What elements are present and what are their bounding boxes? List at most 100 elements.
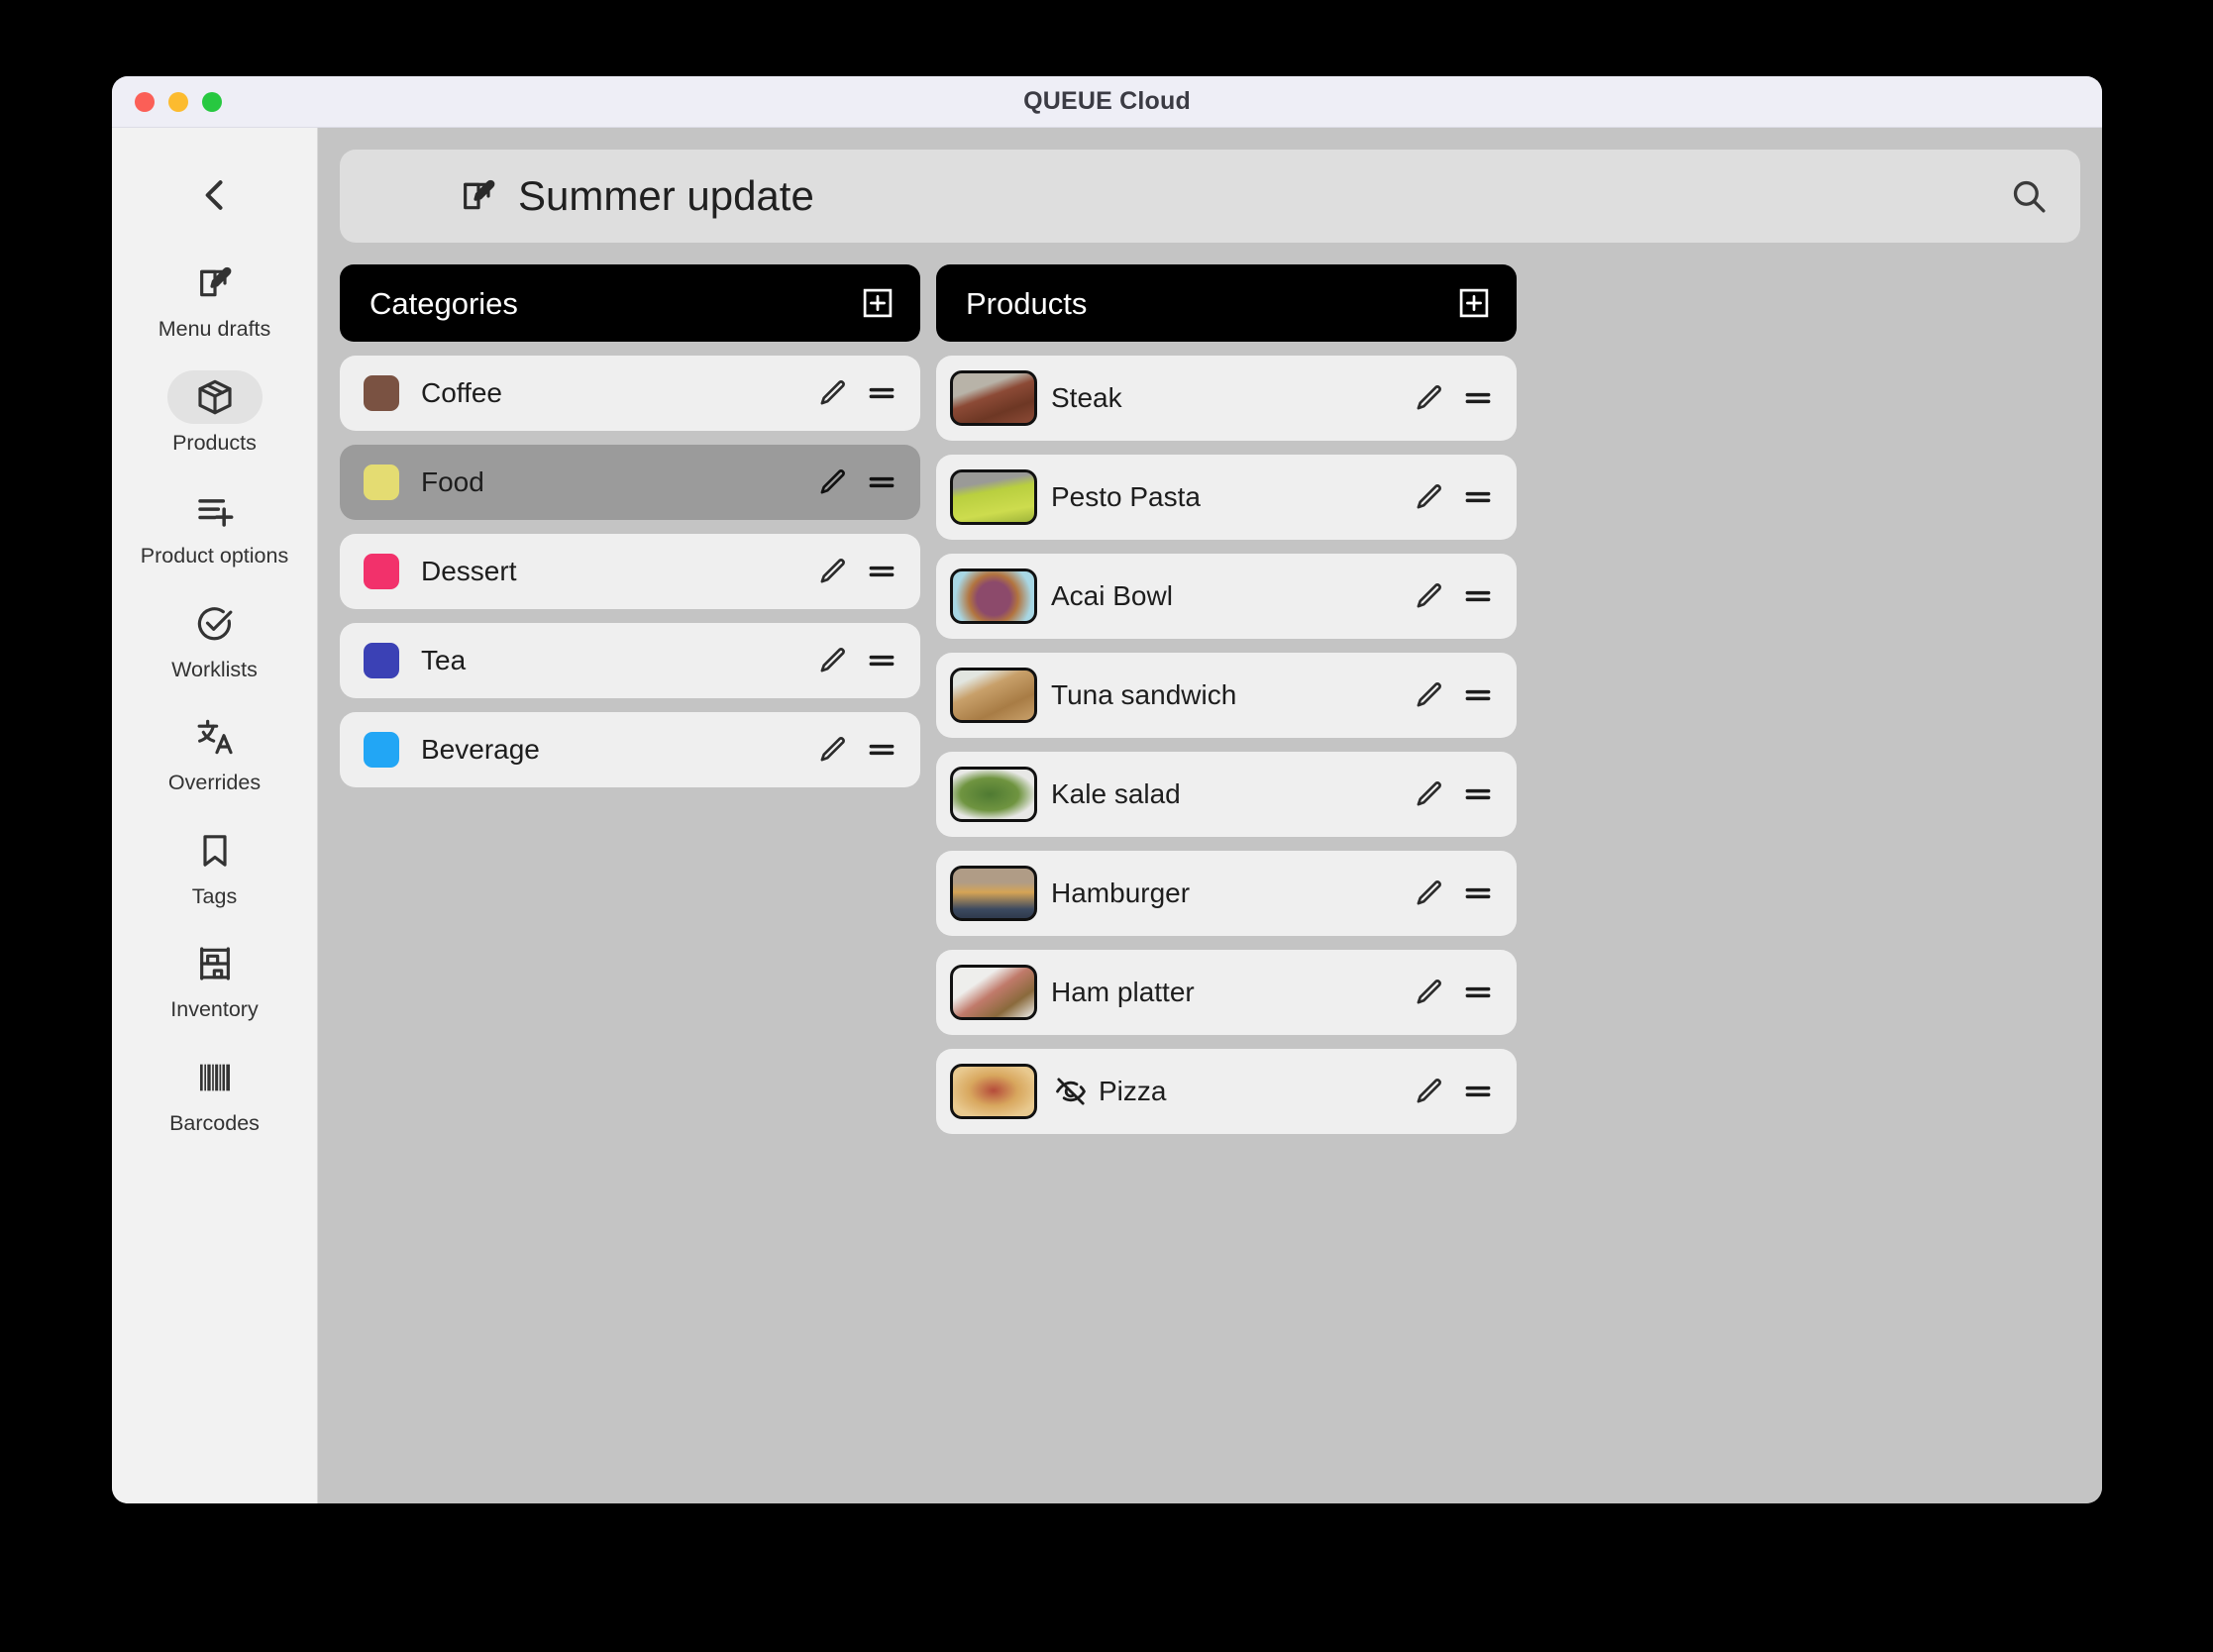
product-label: Pesto Pasta: [1051, 481, 1201, 512]
drag-handle-icon[interactable]: [1461, 976, 1495, 1009]
drag-handle-icon[interactable]: [865, 644, 898, 677]
row-actions: [815, 733, 898, 767]
pencil-icon[interactable]: [1412, 579, 1445, 613]
row-actions: [1412, 976, 1495, 1009]
pencil-icon[interactable]: [1412, 480, 1445, 514]
window-body: Menu drafts Products Product options Wor…: [112, 128, 2102, 1503]
product-thumbnail: [950, 866, 1037, 921]
sidebar-item-products[interactable]: Products: [127, 366, 303, 465]
pencil-icon[interactable]: [1412, 1075, 1445, 1108]
window-title: QUEUE Cloud: [1023, 87, 1191, 115]
product-label: Ham platter: [1051, 977, 1195, 1007]
window-controls: [135, 91, 222, 112]
drag-handle-icon[interactable]: [1461, 480, 1495, 514]
sidebar-item-label: Products: [172, 430, 257, 455]
sidebar-item-tags[interactable]: Tags: [127, 820, 303, 918]
drag-handle-icon[interactable]: [865, 465, 898, 499]
categories-list: Coffee Food Dessert Tea Beverage: [340, 356, 920, 787]
list-add-icon: [167, 483, 263, 537]
category-color-swatch: [364, 643, 399, 678]
pencil-icon[interactable]: [815, 555, 849, 588]
sidebar-item-label: Barcodes: [169, 1110, 260, 1135]
row-actions: [1412, 480, 1495, 514]
sidebar-item-overrides[interactable]: Overrides: [127, 706, 303, 804]
row-actions: [1412, 877, 1495, 910]
drag-handle-icon[interactable]: [1461, 381, 1495, 415]
product-row[interactable]: Pizza: [936, 1049, 1517, 1134]
categories-panel: Categories Coffee Food Dessert Tea Bever…: [340, 264, 920, 1148]
product-thumbnail: [950, 1064, 1037, 1119]
category-row[interactable]: Tea: [340, 623, 920, 698]
pencil-icon[interactable]: [1412, 678, 1445, 712]
product-thumbnail: [950, 767, 1037, 822]
drag-handle-icon[interactable]: [1461, 777, 1495, 811]
sidebar-item-inventory[interactable]: Inventory: [127, 933, 303, 1031]
translate-icon: [167, 710, 263, 764]
product-label: Tuna sandwich: [1051, 679, 1237, 710]
category-row[interactable]: Beverage: [340, 712, 920, 787]
sidebar-item-barcodes[interactable]: Barcodes: [127, 1047, 303, 1145]
check-circle-icon: [167, 597, 263, 651]
drag-handle-icon[interactable]: [1461, 678, 1495, 712]
product-label: Hamburger: [1051, 878, 1191, 908]
minimize-button[interactable]: [168, 91, 188, 112]
sidebar-item-label: Menu drafts: [158, 317, 271, 341]
product-thumbnail: [950, 965, 1037, 1020]
pencil-icon[interactable]: [815, 733, 849, 767]
products-panel-header: Products: [936, 264, 1517, 342]
panel-title: Products: [966, 285, 1088, 321]
drag-handle-icon[interactable]: [1461, 579, 1495, 613]
pencil-icon[interactable]: [815, 644, 849, 677]
panel-title: Categories: [369, 285, 518, 321]
app-window: QUEUE Cloud Menu drafts Products Product…: [112, 76, 2102, 1503]
sidebar-item-product-options[interactable]: Product options: [127, 479, 303, 577]
drag-handle-icon[interactable]: [1461, 1075, 1495, 1108]
product-row[interactable]: Kale salad: [936, 752, 1517, 837]
row-actions: [1412, 579, 1495, 613]
product-label: Pizza: [1099, 1076, 1167, 1106]
edit-square-icon: [167, 257, 263, 310]
close-button[interactable]: [135, 91, 155, 112]
drag-handle-icon[interactable]: [1461, 877, 1495, 910]
plus-square-icon[interactable]: [857, 282, 898, 324]
draft-header-bar[interactable]: Summer update: [340, 150, 2080, 243]
product-row[interactable]: Ham platter: [936, 950, 1517, 1035]
product-thumbnail: [950, 469, 1037, 525]
content-area: Summer update Categories Coffee Food Des…: [318, 128, 2102, 1503]
plus-square-icon[interactable]: [1453, 282, 1495, 324]
product-label: Kale salad: [1051, 778, 1181, 809]
sidebar-item-menu-drafts[interactable]: Menu drafts: [127, 253, 303, 351]
pencil-icon[interactable]: [815, 465, 849, 499]
drag-handle-icon[interactable]: [865, 733, 898, 767]
pencil-icon[interactable]: [1412, 976, 1445, 1009]
back-button[interactable]: [183, 163, 247, 227]
category-label: Dessert: [421, 556, 517, 586]
sidebar-item-label: Inventory: [170, 997, 259, 1021]
pencil-icon[interactable]: [1412, 777, 1445, 811]
categories-panel-header: Categories: [340, 264, 920, 342]
drag-handle-icon[interactable]: [865, 376, 898, 410]
product-label: Steak: [1051, 382, 1122, 413]
sidebar-item-worklists[interactable]: Worklists: [127, 593, 303, 691]
edit-square-icon: [457, 174, 500, 218]
product-row[interactable]: Hamburger: [936, 851, 1517, 936]
category-row[interactable]: Food: [340, 445, 920, 520]
box-icon: [166, 369, 263, 424]
pencil-icon[interactable]: [1412, 877, 1445, 910]
product-row[interactable]: Steak: [936, 356, 1517, 441]
category-row[interactable]: Coffee: [340, 356, 920, 431]
pencil-icon[interactable]: [1412, 381, 1445, 415]
category-row[interactable]: Dessert: [340, 534, 920, 609]
product-row[interactable]: Acai Bowl: [936, 554, 1517, 639]
pencil-icon[interactable]: [815, 376, 849, 410]
shelf-icon: [167, 937, 263, 990]
bookmark-icon: [167, 824, 263, 878]
product-row[interactable]: Tuna sandwich: [936, 653, 1517, 738]
category-color-swatch: [364, 375, 399, 411]
product-thumbnail: [950, 668, 1037, 723]
product-row[interactable]: Pesto Pasta: [936, 455, 1517, 540]
drag-handle-icon[interactable]: [865, 555, 898, 588]
category-label: Beverage: [421, 734, 540, 765]
search-icon[interactable]: [2003, 170, 2055, 222]
maximize-button[interactable]: [202, 91, 222, 112]
